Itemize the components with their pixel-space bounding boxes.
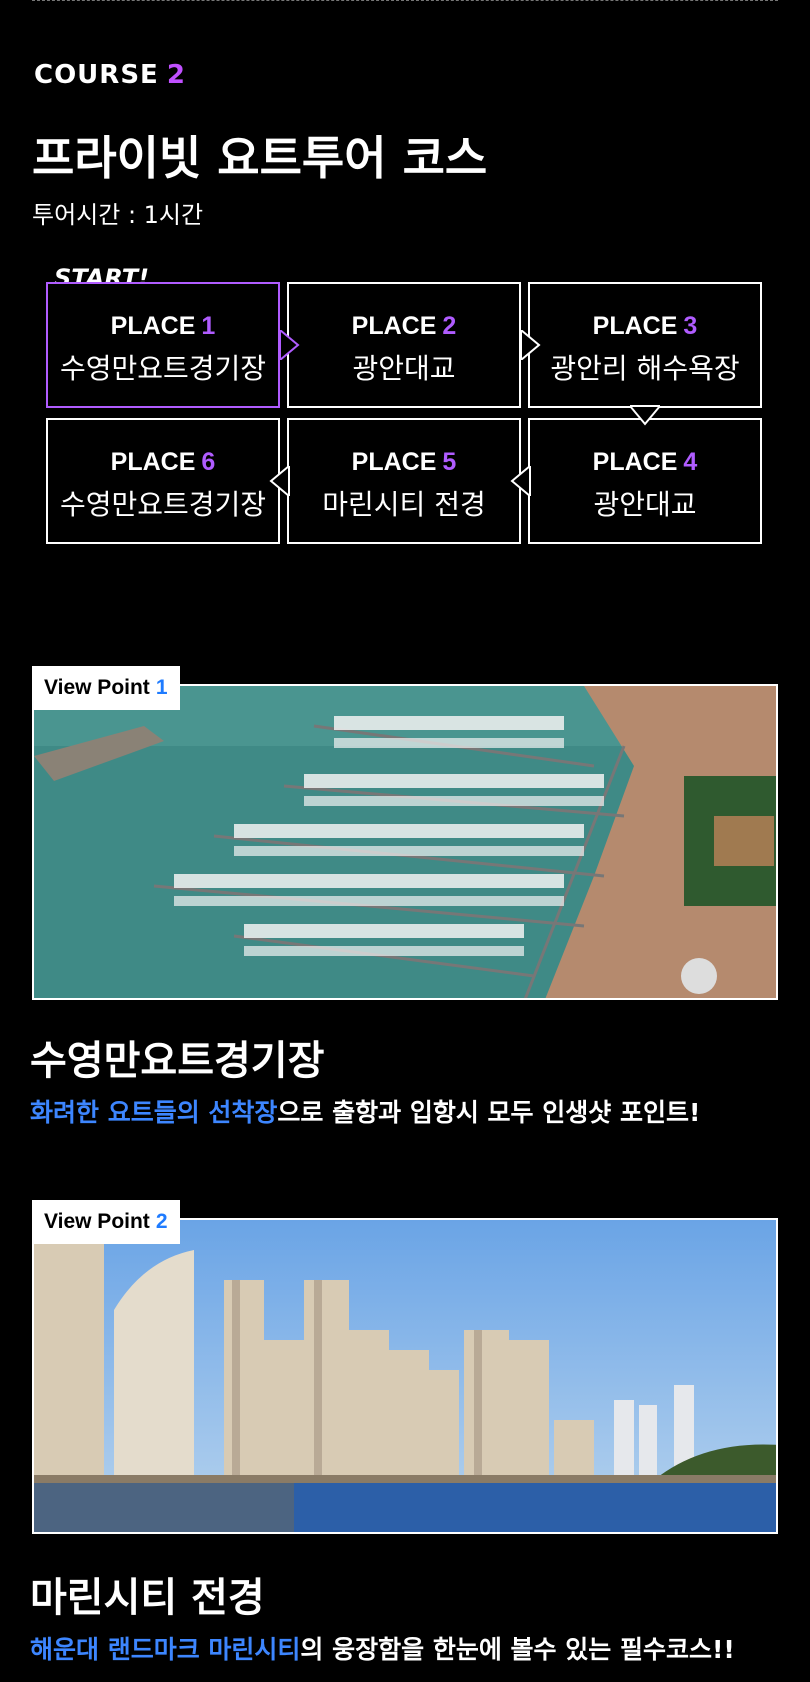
desc-text: 의 웅장함을 한눈에 볼수 있는 필수코스!! — [300, 1635, 735, 1664]
place-box-2: PLACE 2 광안대교 — [287, 282, 521, 408]
place-name: 마린시티 전경 — [322, 488, 486, 521]
highlight-text: 화려한 요트들의 선착장 — [30, 1098, 278, 1127]
place-name: 광안대교 — [352, 352, 456, 385]
arrow-down-icon — [630, 405, 660, 426]
viewpoint-2-photo — [32, 1218, 778, 1534]
highlight-text: 해운대 랜드마크 마린시티 — [30, 1635, 301, 1664]
place-name: 광안리 해수욕장 — [550, 352, 740, 385]
place-box-6: PLACE 6 수영만요트경기장 — [46, 418, 280, 544]
course-label: COURSE 2 — [34, 60, 186, 90]
viewpoint-2-desc: 해운대 랜드마크 마린시티의 웅장함을 한눈에 볼수 있는 필수코스!! — [30, 1630, 735, 1666]
viewpoint-1-desc: 화려한 요트들의 선착장으로 출항과 입항시 모두 인생샷 포인트! — [30, 1093, 700, 1129]
place-name: 수영만요트경기장 — [59, 488, 267, 521]
place-name: 광안대교 — [593, 488, 697, 521]
place-box-3: PLACE 3 광안리 해수욕장 — [528, 282, 762, 408]
place-label: PLACE 6 — [110, 448, 216, 476]
marina-aerial-image — [34, 686, 776, 998]
desc-text: 으로 출항과 입항시 모두 인생샷 포인트! — [277, 1098, 701, 1127]
place-label: PLACE 2 — [351, 312, 457, 340]
place-label: PLACE 3 — [592, 312, 698, 340]
viewpoint-2-title: 마린시티 전경 — [30, 1575, 265, 1621]
course-number: 2 — [166, 60, 186, 90]
arrow-left-icon — [510, 466, 531, 496]
arrow-left-icon — [269, 466, 290, 496]
place-label: PLACE 1 — [110, 312, 216, 340]
place-box-4: PLACE 4 광안대교 — [528, 418, 762, 544]
place-box-5: PLACE 5 마린시티 전경 — [287, 418, 521, 544]
course-label-text: COURSE — [34, 60, 159, 90]
arrow-right-icon — [520, 330, 541, 360]
viewpoint-1-tag: View Point 1 — [32, 666, 180, 710]
marine-city-skyline-image — [34, 1220, 776, 1532]
viewpoint-2-tag: View Point 2 — [32, 1200, 180, 1244]
tour-time: 투어시간 : 1시간 — [32, 201, 204, 229]
place-name: 수영만요트경기장 — [59, 352, 267, 385]
viewpoint-1-photo — [32, 684, 778, 1000]
course-title: 프라이빗 요트투어 코스 — [32, 131, 488, 185]
top-divider — [32, 0, 778, 1]
place-label: PLACE 4 — [592, 448, 698, 476]
place-box-1: PLACE 1 수영만요트경기장 — [46, 282, 280, 408]
arrow-right-icon — [279, 330, 300, 360]
viewpoint-1-title: 수영만요트경기장 — [30, 1038, 325, 1084]
place-label: PLACE 5 — [351, 448, 457, 476]
